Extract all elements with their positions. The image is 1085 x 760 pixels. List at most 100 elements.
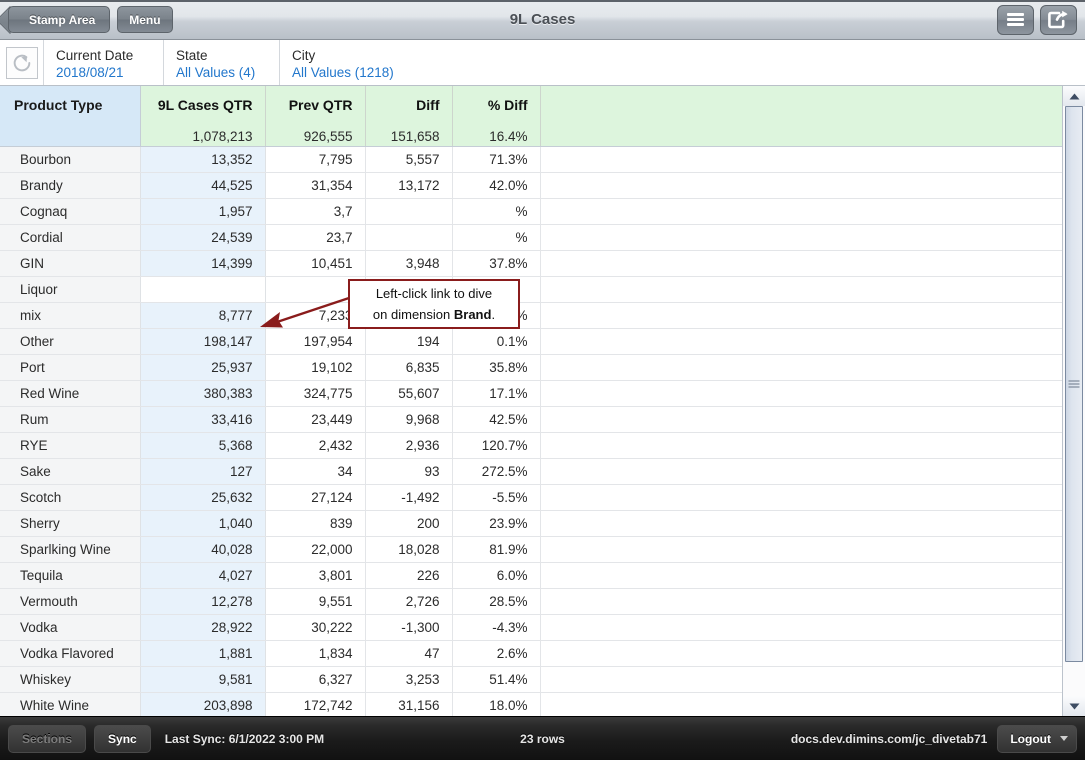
cell-9l-cases-qtr[interactable]: 203,898 — [140, 692, 265, 716]
sync-button[interactable]: Sync — [94, 725, 151, 753]
cell-filler — [540, 302, 1062, 328]
cell-9l-cases-qtr[interactable]: 40,028 — [140, 536, 265, 562]
cell-9l-cases-qtr[interactable]: 127 — [140, 458, 265, 484]
cell-9l-cases-qtr[interactable]: 198,147 — [140, 328, 265, 354]
column-header-9l-cases-qtr[interactable]: 9L Cases QTR 1,078,213 — [140, 86, 265, 146]
cell-9l-cases-qtr[interactable]: 28,922 — [140, 614, 265, 640]
sync-label: Sync — [108, 732, 137, 746]
cell-diff: 47 — [365, 640, 452, 666]
cell-9l-cases-qtr[interactable]: 25,937 — [140, 354, 265, 380]
cell-prev-qtr: 324,775 — [265, 380, 365, 406]
cell-9l-cases-qtr[interactable]: 24,539 — [140, 224, 265, 250]
filter-current-date-label: Current Date — [56, 47, 163, 64]
cell-filler — [540, 328, 1062, 354]
row-label-cell[interactable]: Vermouth — [0, 588, 140, 614]
row-label-cell[interactable]: Bourbon — [0, 146, 140, 172]
filter-city[interactable]: City All Values (1218) — [280, 40, 480, 85]
column-header-prev-qtr[interactable]: Prev QTR 926,555 — [265, 86, 365, 146]
column-total-prev-qtr: 926,555 — [272, 129, 353, 144]
cell-9l-cases-qtr[interactable]: 13,352 — [140, 146, 265, 172]
cell-9l-cases-qtr[interactable]: 44,525 — [140, 172, 265, 198]
cell-filler — [540, 536, 1062, 562]
row-label-cell[interactable]: Scotch — [0, 484, 140, 510]
cell-9l-cases-qtr[interactable]: 1,881 — [140, 640, 265, 666]
filter-state-value[interactable]: All Values (4) — [176, 64, 279, 82]
row-label-cell[interactable]: GIN — [0, 250, 140, 276]
dive-tooltip-callout: Left-click link to dive on dimension Bra… — [348, 279, 520, 329]
table-row: Vodka28,92230,222-1,300-4.3% — [0, 614, 1062, 640]
cell-filler — [540, 484, 1062, 510]
refresh-button-frame — [6, 47, 38, 79]
share-export-button[interactable] — [1040, 5, 1077, 35]
cell-diff: 93 — [365, 458, 452, 484]
row-label-cell[interactable]: mix — [0, 302, 140, 328]
title-bar-left-group: Stamp Area Menu — [0, 6, 173, 33]
callout-dimension-name: Brand — [454, 307, 492, 322]
cell-diff: -1,492 — [365, 484, 452, 510]
row-label-cell[interactable]: Cognaq — [0, 198, 140, 224]
cell-prev-qtr: 3,7 — [265, 198, 365, 224]
scrollbar-track[interactable] — [1063, 106, 1085, 696]
column-header-product-type-label: Product Type — [14, 97, 102, 113]
cell-percent-diff: 51.4% — [452, 666, 540, 692]
cell-9l-cases-qtr[interactable]: 33,416 — [140, 406, 265, 432]
row-label-cell[interactable]: Sparlking Wine — [0, 536, 140, 562]
row-label-cell[interactable]: Port — [0, 354, 140, 380]
cell-9l-cases-qtr[interactable]: 12,278 — [140, 588, 265, 614]
cell-9l-cases-qtr[interactable]: 14,399 — [140, 250, 265, 276]
row-label-cell[interactable]: Whiskey — [0, 666, 140, 692]
table-row: Red Wine380,383324,77555,60717.1% — [0, 380, 1062, 406]
column-header-percent-diff[interactable]: % Diff 16.4% — [452, 86, 540, 146]
cell-9l-cases-qtr[interactable] — [140, 276, 265, 302]
cell-9l-cases-qtr[interactable]: 1,957 — [140, 198, 265, 224]
menu-button[interactable]: Menu — [117, 6, 172, 33]
sections-button[interactable]: Sections — [8, 725, 86, 753]
row-label-cell[interactable]: Red Wine — [0, 380, 140, 406]
vertical-scrollbar[interactable] — [1062, 86, 1085, 716]
cell-percent-diff: 120.7% — [452, 432, 540, 458]
filter-city-label: City — [292, 47, 480, 64]
cell-prev-qtr: 23,7 — [265, 224, 365, 250]
table-row: Tequila4,0273,8012266.0% — [0, 562, 1062, 588]
cell-prev-qtr: 27,124 — [265, 484, 365, 510]
cell-percent-diff: 6.0% — [452, 562, 540, 588]
cell-9l-cases-qtr[interactable]: 8,777 — [140, 302, 265, 328]
row-label-cell[interactable]: Other — [0, 328, 140, 354]
scrollbar-thumb[interactable] — [1065, 106, 1083, 662]
cell-9l-cases-qtr[interactable]: 4,027 — [140, 562, 265, 588]
cell-diff: 55,607 — [365, 380, 452, 406]
row-label-cell[interactable]: Brandy — [0, 172, 140, 198]
cell-9l-cases-qtr[interactable]: 5,368 — [140, 432, 265, 458]
row-label-cell[interactable]: Vodka — [0, 614, 140, 640]
column-header-product-type[interactable]: Product Type — [0, 86, 140, 146]
refresh-button[interactable] — [0, 40, 44, 85]
column-header-diff-label: Diff — [416, 97, 439, 113]
row-label-cell[interactable]: Liquor — [0, 276, 140, 302]
cell-9l-cases-qtr[interactable]: 380,383 — [140, 380, 265, 406]
column-header-diff[interactable]: Diff 151,658 — [365, 86, 452, 146]
logout-button[interactable]: Logout — [997, 725, 1077, 753]
row-label-cell[interactable]: Tequila — [0, 562, 140, 588]
row-label-cell[interactable]: Sherry — [0, 510, 140, 536]
row-label-cell[interactable]: Vodka Flavored — [0, 640, 140, 666]
filter-state[interactable]: State All Values (4) — [164, 40, 280, 85]
hamburger-menu-button[interactable] — [997, 5, 1034, 35]
cell-9l-cases-qtr[interactable]: 25,632 — [140, 484, 265, 510]
table-row: Cordial24,53923,7% — [0, 224, 1062, 250]
cell-9l-cases-qtr[interactable]: 9,581 — [140, 666, 265, 692]
chevron-down-icon — [1060, 736, 1068, 741]
row-label-cell[interactable]: RYE — [0, 432, 140, 458]
scroll-up-button[interactable] — [1063, 86, 1085, 106]
filter-current-date-value[interactable]: 2018/08/21 — [56, 64, 163, 82]
row-label-cell[interactable]: Rum — [0, 406, 140, 432]
stamp-area-button[interactable]: Stamp Area — [8, 6, 110, 33]
filter-city-value[interactable]: All Values (1218) — [292, 64, 480, 82]
table-row: Whiskey9,5816,3273,25351.4% — [0, 666, 1062, 692]
filter-current-date[interactable]: Current Date 2018/08/21 — [44, 40, 164, 85]
cell-9l-cases-qtr[interactable]: 1,040 — [140, 510, 265, 536]
row-label-cell[interactable]: Sake — [0, 458, 140, 484]
row-label-cell[interactable]: Cordial — [0, 224, 140, 250]
row-label-cell[interactable]: White Wine — [0, 692, 140, 716]
scroll-down-button[interactable] — [1063, 696, 1085, 716]
cell-prev-qtr: 23,449 — [265, 406, 365, 432]
